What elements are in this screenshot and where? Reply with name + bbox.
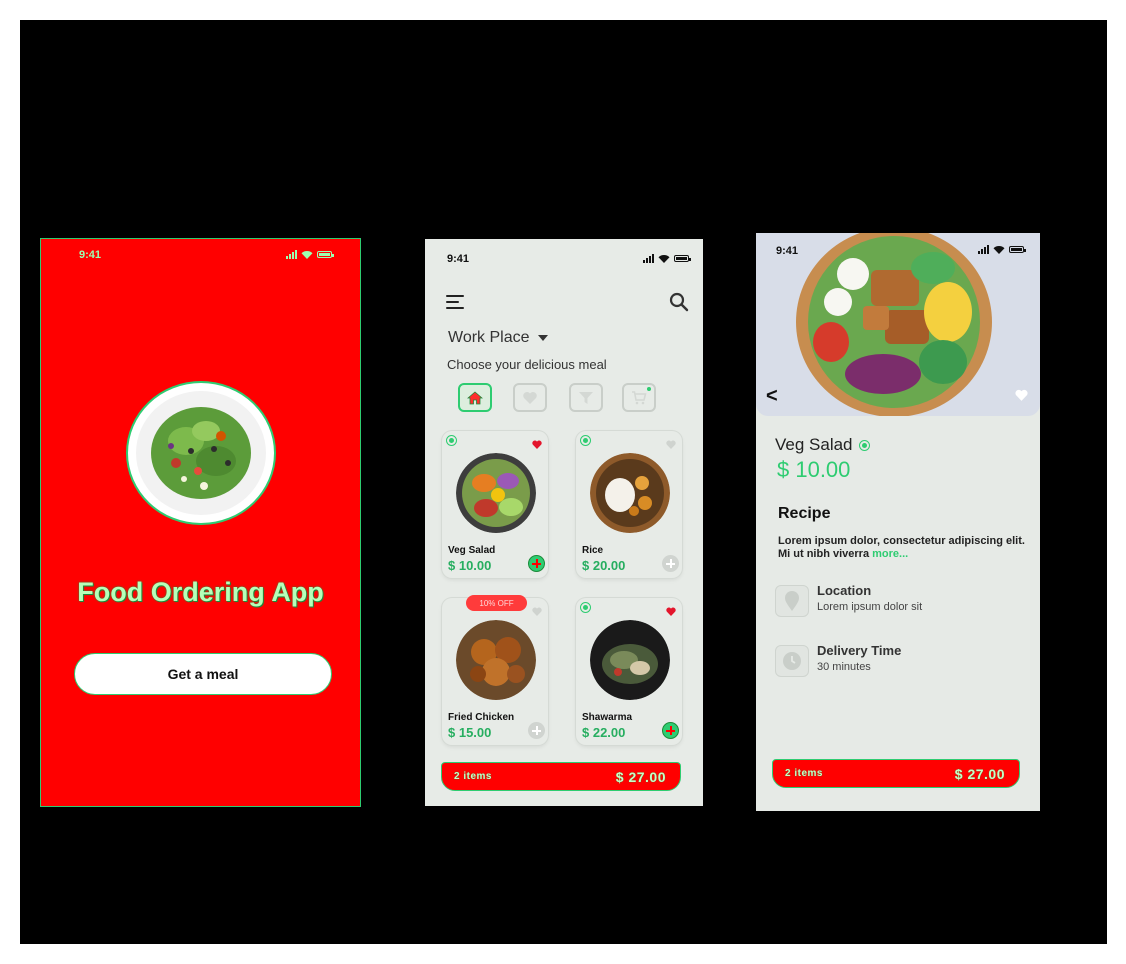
food-price: $ 15.00 bbox=[448, 725, 492, 740]
battery-icon bbox=[317, 251, 334, 258]
food-price: $ 10.00 bbox=[448, 558, 492, 573]
favorite-heart-icon[interactable] bbox=[532, 603, 542, 621]
veg-indicator-icon bbox=[580, 435, 591, 446]
status-bar: 9:41 bbox=[41, 239, 360, 273]
menu-screen: 9:41 Work Place Choose your delicious me… bbox=[425, 239, 703, 806]
salad-image bbox=[151, 407, 251, 499]
status-bar: 9:41 bbox=[425, 239, 703, 273]
recipe-heading: Recipe bbox=[778, 505, 831, 522]
status-bar: 9:41 bbox=[756, 233, 1040, 267]
battery-icon bbox=[674, 255, 691, 262]
food-name: Rice bbox=[582, 545, 604, 556]
splash-screen: 9:41 Food Ordering App Get a meal bbox=[40, 238, 361, 807]
cart-item-count: 2 items bbox=[785, 768, 823, 779]
detail-screen: 9:41 < Veg Salad $ 10.00 Recipe Lorem ip… bbox=[756, 233, 1040, 811]
read-more-link[interactable]: more... bbox=[872, 548, 908, 560]
favorite-heart-icon[interactable] bbox=[1015, 388, 1028, 406]
category-cart[interactable] bbox=[622, 383, 656, 412]
food-card[interactable]: Rice $ 20.00 bbox=[576, 431, 682, 578]
food-name: Veg Salad bbox=[448, 545, 496, 556]
add-to-cart-button[interactable] bbox=[662, 722, 679, 739]
cart-badge-dot bbox=[647, 387, 651, 391]
favorite-heart-icon[interactable] bbox=[532, 436, 542, 454]
add-to-cart-button[interactable] bbox=[528, 555, 545, 572]
signal-icon bbox=[643, 254, 654, 263]
add-to-cart-button[interactable] bbox=[662, 555, 679, 572]
food-name: Shawarma bbox=[582, 712, 633, 723]
location-text: Lorem ipsum dolor sit bbox=[817, 601, 923, 613]
location-pin-icon bbox=[775, 585, 809, 617]
heart-icon bbox=[523, 391, 537, 404]
fried-chicken-image bbox=[456, 620, 536, 700]
veg-indicator-icon bbox=[580, 602, 591, 613]
wifi-icon bbox=[658, 254, 670, 263]
status-time: 9:41 bbox=[776, 245, 799, 257]
delivery-text: 30 minutes bbox=[817, 661, 871, 673]
cart-total: $ 27.00 bbox=[954, 766, 1005, 782]
favorite-heart-icon[interactable] bbox=[666, 603, 676, 621]
food-card[interactable]: Shawarma $ 22.00 bbox=[576, 598, 682, 745]
status-time: 9:41 bbox=[79, 249, 102, 261]
food-hero-image: 9:41 < bbox=[756, 233, 1040, 416]
location-label: Work Place bbox=[448, 329, 530, 346]
wifi-icon bbox=[993, 245, 1005, 254]
cart-summary-bar[interactable]: 2 items $ 27.00 bbox=[441, 762, 681, 791]
signal-icon bbox=[286, 250, 297, 259]
veg-indicator-icon bbox=[446, 435, 457, 446]
menu-icon[interactable] bbox=[446, 295, 464, 309]
salad-plate-image bbox=[126, 381, 276, 525]
veg-indicator-icon bbox=[858, 439, 870, 451]
wifi-icon bbox=[301, 250, 313, 259]
food-card[interactable]: 10% OFF Fried Chicken $ 15.00 bbox=[442, 595, 548, 745]
cart-summary-bar[interactable]: 2 items $ 27.00 bbox=[772, 759, 1020, 788]
status-icons bbox=[286, 250, 334, 259]
clock-icon bbox=[775, 645, 809, 677]
veg-salad-image bbox=[456, 453, 536, 533]
food-title: Veg Salad bbox=[775, 435, 870, 455]
food-price: $ 20.00 bbox=[582, 558, 626, 573]
category-favorites[interactable] bbox=[513, 383, 547, 412]
category-home[interactable] bbox=[458, 383, 492, 412]
status-icons bbox=[643, 254, 691, 263]
filter-icon bbox=[579, 391, 593, 404]
food-price: $ 22.00 bbox=[582, 725, 626, 740]
discount-badge: 10% OFF bbox=[466, 595, 527, 611]
menu-subtitle: Choose your delicious meal bbox=[447, 357, 607, 372]
battery-icon bbox=[1009, 246, 1026, 253]
location-title: Location bbox=[817, 583, 872, 598]
favorite-heart-icon[interactable] bbox=[666, 436, 676, 454]
cart-item-count: 2 items bbox=[454, 771, 492, 782]
delivery-title: Delivery Time bbox=[817, 643, 902, 658]
location-info: Location Lorem ipsum dolor sit bbox=[775, 583, 1025, 619]
add-to-cart-button[interactable] bbox=[528, 722, 545, 739]
category-filter[interactable] bbox=[569, 383, 603, 412]
cart-icon bbox=[632, 390, 647, 404]
signal-icon bbox=[978, 245, 989, 254]
food-price: $ 10.00 bbox=[777, 457, 851, 482]
search-icon[interactable] bbox=[669, 292, 689, 312]
food-title-text: Veg Salad bbox=[775, 435, 853, 454]
get-a-meal-button[interactable]: Get a meal bbox=[74, 653, 332, 695]
app-title: Food Ordering App bbox=[77, 577, 324, 607]
home-icon bbox=[467, 390, 483, 404]
status-time: 9:41 bbox=[447, 253, 470, 265]
chevron-down-icon bbox=[537, 335, 548, 341]
recipe-description: Lorem ipsum dolor, consectetur adipiscin… bbox=[778, 535, 1028, 561]
back-arrow-icon[interactable]: < bbox=[766, 385, 778, 408]
cart-total: $ 27.00 bbox=[615, 769, 666, 785]
location-dropdown[interactable]: Work Place bbox=[448, 329, 548, 347]
rice-image bbox=[590, 453, 670, 533]
delivery-info: Delivery Time 30 minutes bbox=[775, 643, 1025, 679]
status-icons bbox=[978, 245, 1026, 254]
food-card[interactable]: Veg Salad $ 10.00 bbox=[442, 431, 548, 578]
canvas-background: 9:41 Food Ordering App Get a meal 9:41 W… bbox=[20, 20, 1107, 944]
food-name: Fried Chicken bbox=[448, 712, 515, 723]
shawarma-image bbox=[590, 620, 670, 700]
